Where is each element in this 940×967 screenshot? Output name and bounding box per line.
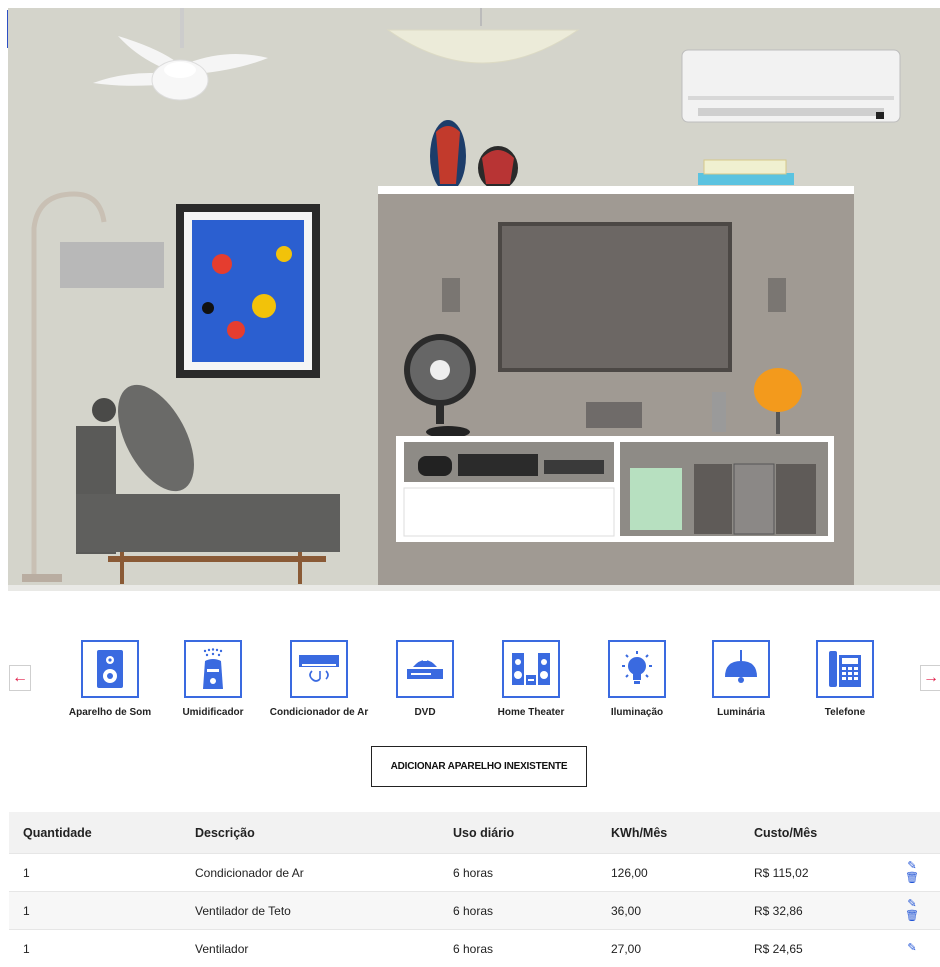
appliance-label: DVD <box>414 707 436 718</box>
table-row: 1 Condicionador de Ar 6 horas 126,00 R$ … <box>9 853 940 891</box>
telephone-icon <box>816 640 874 698</box>
cell-descricao: Ventilador <box>195 941 249 956</box>
cell-custo-mes: R$ 115,02 <box>754 865 809 880</box>
shelf <box>378 186 854 194</box>
cell-uso-diario: 6 horas <box>453 903 494 918</box>
wall-painting <box>176 204 320 378</box>
appliance-umidificador[interactable]: Umidificador <box>158 640 268 718</box>
appliance-iluminacao[interactable]: Iluminação <box>582 640 692 718</box>
cell-descricao: Condicionador de Ar <box>195 865 304 880</box>
room-scene <box>22 8 901 585</box>
cell-kwh-mes: 27,00 <box>611 941 642 956</box>
appliance-label: Luminária <box>717 707 765 718</box>
cell-quantidade: 1 <box>23 903 30 918</box>
appliance-dvd[interactable]: DVD <box>370 640 480 718</box>
header-uso-diario[interactable]: Uso diário <box>453 826 611 840</box>
chaise-sofa[interactable] <box>76 373 340 584</box>
scene-bottom-edge <box>8 585 940 591</box>
cell-custo-mes: R$ 32,86 <box>754 903 803 918</box>
appliance-label: Home Theater <box>497 707 565 718</box>
tv-console <box>396 436 834 542</box>
dvd-icon <box>396 640 454 698</box>
header-kwh-mes[interactable]: KWh/Mês <box>611 826 754 840</box>
appliance-aparelho-de-som[interactable]: Aparelho de Som <box>55 640 165 718</box>
carousel-next-button[interactable]: → <box>920 665 940 691</box>
appliance-luminaria[interactable]: Luminária <box>686 640 796 718</box>
appliance-label: Iluminação <box>610 707 664 718</box>
air-conditioner[interactable] <box>681 49 901 123</box>
header-custo-mes[interactable]: Custo/Mês <box>754 826 884 840</box>
appliance-telefone[interactable]: Telefone <box>790 640 900 718</box>
vases <box>430 120 518 192</box>
add-missing-appliance-button[interactable]: ADICIONAR APARELHO INEXISTENTE <box>371 746 587 787</box>
header-quantidade[interactable]: Quantidade <box>9 826 195 840</box>
delete-icon[interactable]: 🗑 <box>905 873 919 884</box>
delete-icon[interactable]: 🗑 <box>905 911 919 922</box>
fish-decor <box>754 368 802 412</box>
appliance-table: Quantidade Descrição Uso diário KWh/Mês … <box>9 812 940 967</box>
cell-uso-diario: 6 horas <box>453 865 494 880</box>
cell-quantidade: 1 <box>23 865 30 880</box>
wall-speaker-left[interactable] <box>442 278 460 312</box>
av-receiver[interactable] <box>586 402 642 428</box>
ceiling-light[interactable] <box>386 8 580 64</box>
header-descricao[interactable]: Descrição <box>195 826 453 840</box>
table-header: Quantidade Descrição Uso diário KWh/Mês … <box>9 812 940 853</box>
appliance-home-theater[interactable]: Home Theater <box>476 640 586 718</box>
edit-icon[interactable]: ✎ <box>907 943 916 954</box>
appliance-label: Umidificador <box>182 707 244 718</box>
ceiling-fan[interactable] <box>93 8 268 101</box>
cell-uso-diario: 6 horas <box>453 941 494 956</box>
home-theater-icon <box>502 640 560 698</box>
humidifier-icon <box>184 640 242 698</box>
appliance-condicionador-de-ar[interactable]: Condicionador de Ar <box>264 640 374 718</box>
appliance-label: Condicionador de Ar <box>269 707 369 718</box>
edit-icon[interactable]: ✎ <box>907 861 916 872</box>
television[interactable] <box>498 222 732 372</box>
cell-quantidade: 1 <box>23 941 30 956</box>
carousel-prev-button[interactable]: ← <box>9 665 31 691</box>
wall-speaker-right[interactable] <box>768 278 786 312</box>
cell-kwh-mes: 126,00 <box>611 865 648 880</box>
table-row: 1 Ventilador de Teto 6 horas 36,00 R$ 32… <box>9 891 940 929</box>
books <box>698 173 794 185</box>
edit-icon[interactable]: ✎ <box>907 899 916 910</box>
room-illustration <box>8 8 940 585</box>
table-row: 1 Ventilador 6 horas 27,00 R$ 24,65 ✎ <box>9 929 940 967</box>
cordless-phone[interactable] <box>712 392 726 432</box>
appliance-label: Aparelho de Som <box>68 707 152 718</box>
speaker-icon <box>81 640 139 698</box>
pendant-lamp-icon <box>712 640 770 698</box>
cell-descricao: Ventilador de Teto <box>195 903 291 918</box>
cell-custo-mes: R$ 24,65 <box>754 941 803 956</box>
appliance-label: Telefone <box>824 707 866 718</box>
air-conditioner-icon <box>290 640 348 698</box>
lightbulb-icon <box>608 640 666 698</box>
cell-kwh-mes: 36,00 <box>611 903 642 918</box>
